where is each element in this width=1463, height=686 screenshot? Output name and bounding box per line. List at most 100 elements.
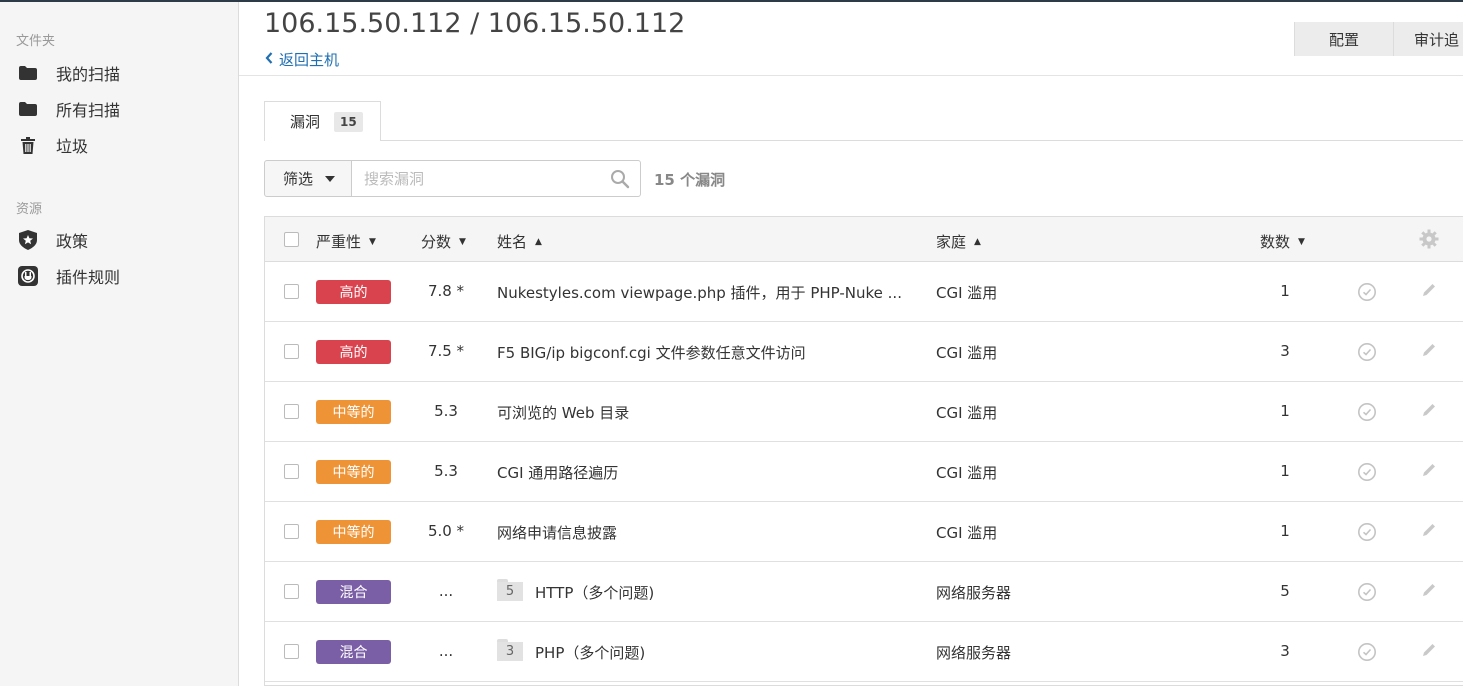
- snooze-clock-icon[interactable]: [1357, 522, 1377, 546]
- gear-icon[interactable]: [1419, 229, 1439, 253]
- sort-asc-icon: ▲: [974, 236, 981, 247]
- snooze-clock-icon[interactable]: [1357, 582, 1377, 606]
- column-header-severity[interactable]: 严重性 ▼: [316, 231, 376, 252]
- vulnerability-name: F5 BIG/ip bigconf.cgi 文件参数任意文件访问: [497, 344, 806, 362]
- severity-badge: 高的: [316, 340, 391, 364]
- family-value: CGI 滥用: [936, 404, 998, 422]
- sidebar-item-trash[interactable]: 垃圾: [18, 133, 88, 157]
- tab-count-badge: 15: [334, 111, 363, 132]
- table-row[interactable]: 中等的 5.3 CGI 通用路径遍历 CGI 滥用 1: [265, 442, 1463, 502]
- count-value: 1: [1280, 462, 1290, 480]
- edit-pencil-icon[interactable]: [1421, 642, 1437, 662]
- score-value: ...: [438, 582, 454, 600]
- sidebar-item-plugin-rules[interactable]: 插件规则: [18, 264, 120, 288]
- column-header-label: 数数: [1260, 233, 1291, 251]
- folder-group-icon: 3: [497, 639, 523, 661]
- table-row[interactable]: 中等的 5.3 可浏览的 Web 目录 CGI 滥用 1: [265, 382, 1463, 442]
- vulnerability-name: CGI 通用路径遍历: [497, 464, 619, 482]
- sidebar-item-label: 垃圾: [56, 137, 89, 156]
- row-checkbox[interactable]: [284, 584, 299, 599]
- table-row[interactable]: 混合 ... 3 PHP（多个问题) 网络服务器 3: [265, 622, 1463, 682]
- edit-pencil-icon[interactable]: [1421, 462, 1437, 482]
- sidebar-item-policies[interactable]: 政策: [18, 228, 88, 252]
- caret-down-icon: [325, 175, 336, 182]
- row-checkbox[interactable]: [284, 464, 299, 479]
- group-count: 3: [497, 642, 523, 661]
- page-title: 106.15.50.112 / 106.15.50.112: [264, 8, 686, 39]
- column-header-label: 家庭: [936, 233, 967, 251]
- sidebar: 文件夹 我的扫描 所有扫描 垃圾 资源 政策 插件规则: [0, 2, 239, 686]
- select-all-checkbox[interactable]: [284, 232, 299, 247]
- edit-pencil-icon[interactable]: [1421, 282, 1437, 302]
- table-row[interactable]: 高的 7.5 * F5 BIG/ip bigconf.cgi 文件参数任意文件访…: [265, 322, 1463, 382]
- count-value: 1: [1280, 522, 1290, 540]
- sidebar-item-my-scans[interactable]: 我的扫描: [18, 61, 120, 85]
- search-box: [351, 160, 641, 197]
- sidebar-item-label: 插件规则: [56, 268, 121, 287]
- row-checkbox[interactable]: [284, 524, 299, 539]
- column-header-label: 分数: [421, 233, 452, 251]
- edit-pencil-icon[interactable]: [1421, 582, 1437, 602]
- row-checkbox[interactable]: [284, 644, 299, 659]
- folder-group-icon: 5: [497, 579, 523, 601]
- family-value: 网络服务器: [936, 644, 1012, 662]
- snooze-clock-icon[interactable]: [1357, 642, 1377, 666]
- severity-badge: 混合: [316, 580, 391, 604]
- vulnerability-group-name: HTTP（多个问题): [535, 584, 655, 602]
- sort-desc-icon: ▼: [459, 236, 466, 247]
- severity-badge: 中等的: [316, 520, 391, 544]
- edit-pencil-icon[interactable]: [1421, 402, 1437, 422]
- sidebar-item-label: 我的扫描: [56, 65, 121, 84]
- sort-desc-icon: ▼: [1298, 236, 1305, 247]
- column-header-score[interactable]: 分数 ▼: [421, 231, 466, 252]
- chevron-left-icon: [265, 51, 273, 68]
- folder-icon: [18, 100, 38, 118]
- filter-label: 筛选: [283, 170, 314, 188]
- family-value: CGI 滥用: [936, 344, 998, 362]
- trash-icon: [18, 136, 38, 154]
- vulnerability-name: 可浏览的 Web 目录: [497, 404, 630, 422]
- plugin-rules-icon: [18, 266, 38, 286]
- header-divider: [239, 75, 1463, 76]
- sidebar-section-folders: 文件夹: [16, 34, 56, 49]
- score-value: 7.5 *: [427, 342, 465, 360]
- tab-vulnerabilities[interactable]: 漏洞 15: [264, 101, 381, 141]
- sort-desc-icon: ▼: [369, 236, 376, 247]
- snooze-clock-icon[interactable]: [1357, 402, 1377, 426]
- severity-badge: 混合: [316, 640, 391, 664]
- snooze-clock-icon[interactable]: [1357, 462, 1377, 486]
- back-link-label: 返回主机: [279, 51, 340, 69]
- table-row[interactable]: 中等的 5.0 * 网络申请信息披露 CGI 滥用 1: [265, 502, 1463, 562]
- search-input[interactable]: [364, 169, 594, 189]
- severity-badge: 高的: [316, 280, 391, 304]
- family-value: CGI 滥用: [936, 464, 998, 482]
- policy-shield-icon: [18, 230, 38, 250]
- score-value: ...: [438, 642, 454, 660]
- family-value: 网络服务器: [936, 584, 1012, 602]
- filter-dropdown-button[interactable]: 筛选: [264, 160, 352, 197]
- sidebar-section-resources: 资源: [16, 202, 43, 217]
- search-icon[interactable]: [610, 169, 630, 193]
- snooze-clock-icon[interactable]: [1357, 342, 1377, 366]
- edit-pencil-icon[interactable]: [1421, 342, 1437, 362]
- sidebar-item-all-scans[interactable]: 所有扫描: [18, 97, 120, 121]
- snooze-clock-icon[interactable]: [1357, 282, 1377, 306]
- family-value: CGI 滥用: [936, 284, 998, 302]
- table-row[interactable]: 高的 7.8 * Nukestyles.com viewpage.php 插件，…: [265, 262, 1463, 322]
- audit-trail-button[interactable]: 审计追: [1393, 22, 1463, 56]
- table-row[interactable]: 混合 ... 5 HTTP（多个问题) 网络服务器 5: [265, 562, 1463, 622]
- row-checkbox[interactable]: [284, 284, 299, 299]
- score-value: 5.0 *: [427, 522, 465, 540]
- edit-pencil-icon[interactable]: [1421, 522, 1437, 542]
- count-value: 3: [1280, 342, 1290, 360]
- count-value: 1: [1280, 282, 1290, 300]
- back-to-hosts-link[interactable]: 返回主机: [265, 49, 339, 70]
- row-checkbox[interactable]: [284, 404, 299, 419]
- column-header-name[interactable]: 姓名 ▲: [497, 231, 542, 252]
- configure-button[interactable]: 配置: [1294, 22, 1393, 56]
- vulnerability-name: Nukestyles.com viewpage.php 插件，用于 PHP-Nu…: [497, 284, 902, 302]
- score-value: 7.8 *: [427, 282, 465, 300]
- row-checkbox[interactable]: [284, 344, 299, 359]
- column-header-family[interactable]: 家庭 ▲: [936, 231, 981, 252]
- column-header-count[interactable]: 数数 ▼: [1260, 231, 1305, 252]
